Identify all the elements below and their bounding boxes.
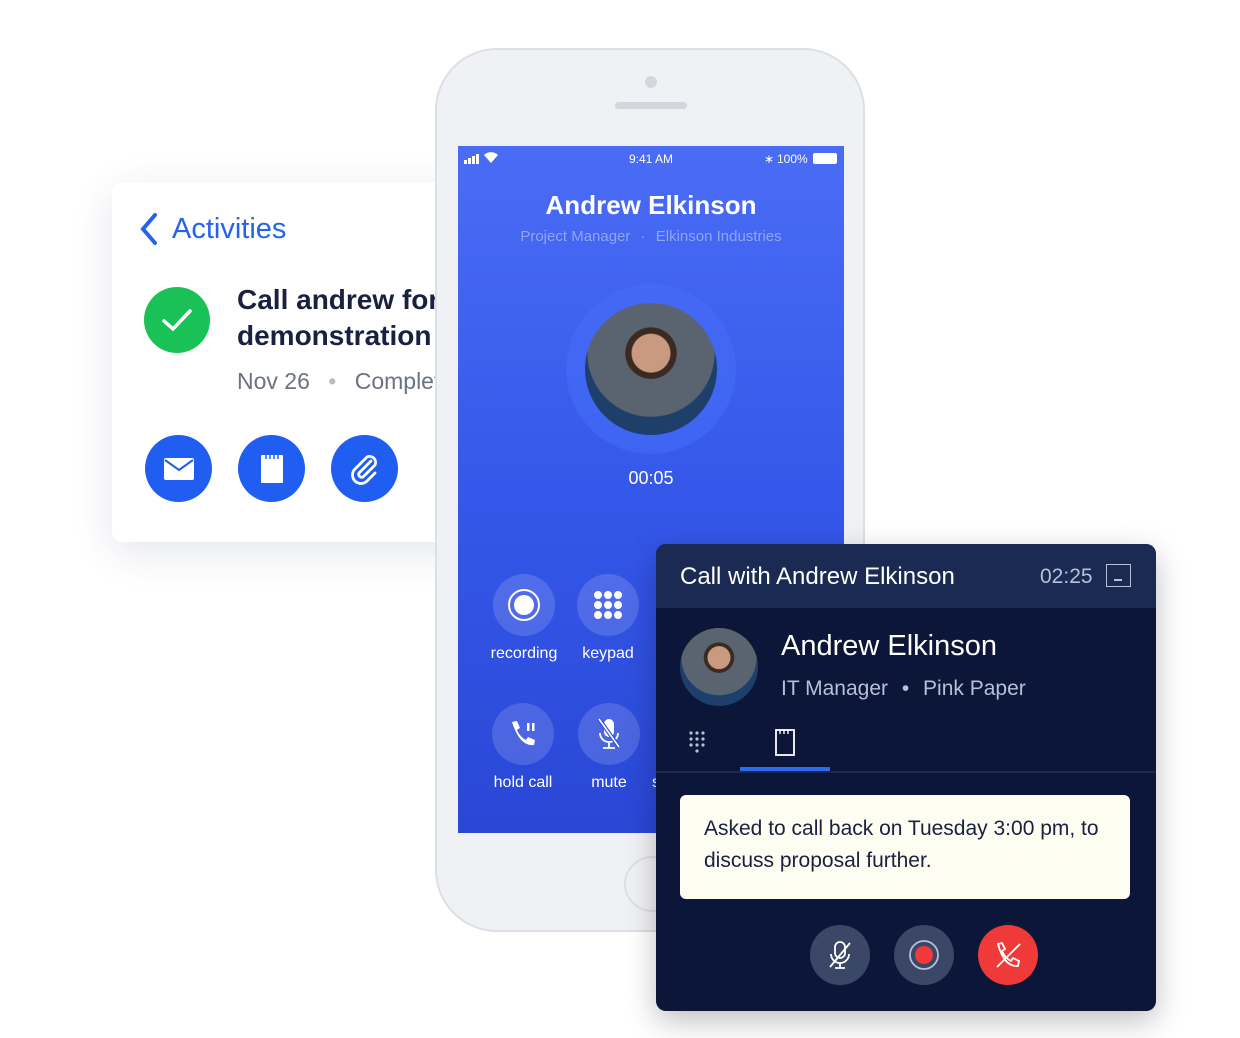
avatar — [585, 303, 717, 435]
battery-icon — [813, 153, 837, 164]
call-panel: Call with Andrew Elkinson 02:25 Andrew E… — [656, 544, 1156, 1011]
hold-call-label: hold call — [493, 774, 553, 791]
task-date: Nov 26 — [237, 368, 310, 394]
mute-icon — [829, 941, 851, 969]
keypad-icon — [689, 731, 705, 753]
mute-button[interactable] — [578, 703, 640, 765]
call-panel-title: Call with Andrew Elkinson — [680, 563, 955, 590]
record-icon — [909, 940, 939, 970]
keypad-label: keypad — [582, 645, 634, 662]
record-icon — [508, 589, 540, 621]
task-meta: Nov 26 • Completed — [237, 368, 466, 395]
keypad-button[interactable] — [577, 574, 639, 636]
keypad-icon — [594, 591, 622, 619]
mute-icon — [597, 717, 621, 749]
hold-call-button[interactable] — [492, 703, 554, 765]
hang-up-button[interactable] — [978, 925, 1038, 985]
completed-check-icon[interactable] — [144, 287, 210, 353]
call-duration: 02:25 — [1040, 565, 1093, 588]
phone-speaker — [615, 102, 687, 109]
call-note[interactable]: Asked to call back on Tuesday 3:00 pm, t… — [680, 795, 1130, 899]
note-button[interactable] — [238, 435, 305, 502]
mute-label: mute — [591, 774, 627, 791]
bluetooth-icon: ∗ — [764, 152, 775, 166]
panel-contact-name: Andrew Elkinson — [781, 630, 997, 662]
note-icon — [260, 454, 283, 483]
separator: • — [328, 368, 337, 394]
mail-icon — [163, 457, 194, 480]
contact-title: Project Manager — [520, 228, 631, 245]
contact-subtitle: Project Manager · Elkinson Industries — [458, 228, 844, 245]
panel-contact-company: Pink Paper — [923, 677, 1026, 700]
chevron-left-icon — [140, 213, 157, 245]
email-button[interactable] — [145, 435, 212, 502]
hang-up-icon — [996, 941, 1021, 968]
panel-avatar — [680, 628, 758, 706]
minimize-icon — [1114, 579, 1122, 581]
panel-contact-title: IT Manager — [781, 677, 888, 700]
separator: • — [901, 677, 910, 700]
back-button[interactable]: Activities — [140, 212, 286, 246]
separator: · — [640, 228, 646, 245]
contact-company: Elkinson Industries — [655, 228, 782, 245]
contact-name: Andrew Elkinson — [545, 190, 757, 220]
phone-camera — [645, 76, 657, 88]
call-timer: 00:05 — [628, 468, 674, 488]
recording-button[interactable] — [493, 574, 555, 636]
attach-button[interactable] — [331, 435, 398, 502]
minimize-button[interactable] — [1106, 564, 1131, 587]
hold-call-icon — [512, 721, 535, 746]
panel-contact-subtitle: IT Manager • Pink Paper — [781, 677, 1026, 701]
tab-keypad[interactable] — [688, 730, 706, 759]
back-label: Activities — [172, 212, 287, 245]
battery-percent: 100% — [777, 152, 808, 166]
mute-button[interactable] — [810, 925, 870, 985]
call-panel-header: Call with Andrew Elkinson 02:25 — [656, 544, 1156, 608]
note-icon — [775, 729, 795, 756]
status-bar: 9:41 AM ∗ 100% — [458, 152, 844, 168]
paperclip-icon — [350, 454, 377, 485]
record-button[interactable] — [894, 925, 954, 985]
tab-notes[interactable] — [740, 724, 830, 771]
divider — [656, 771, 1156, 773]
activity-card: Activities Call andrew for a demonstrati… — [112, 182, 472, 542]
